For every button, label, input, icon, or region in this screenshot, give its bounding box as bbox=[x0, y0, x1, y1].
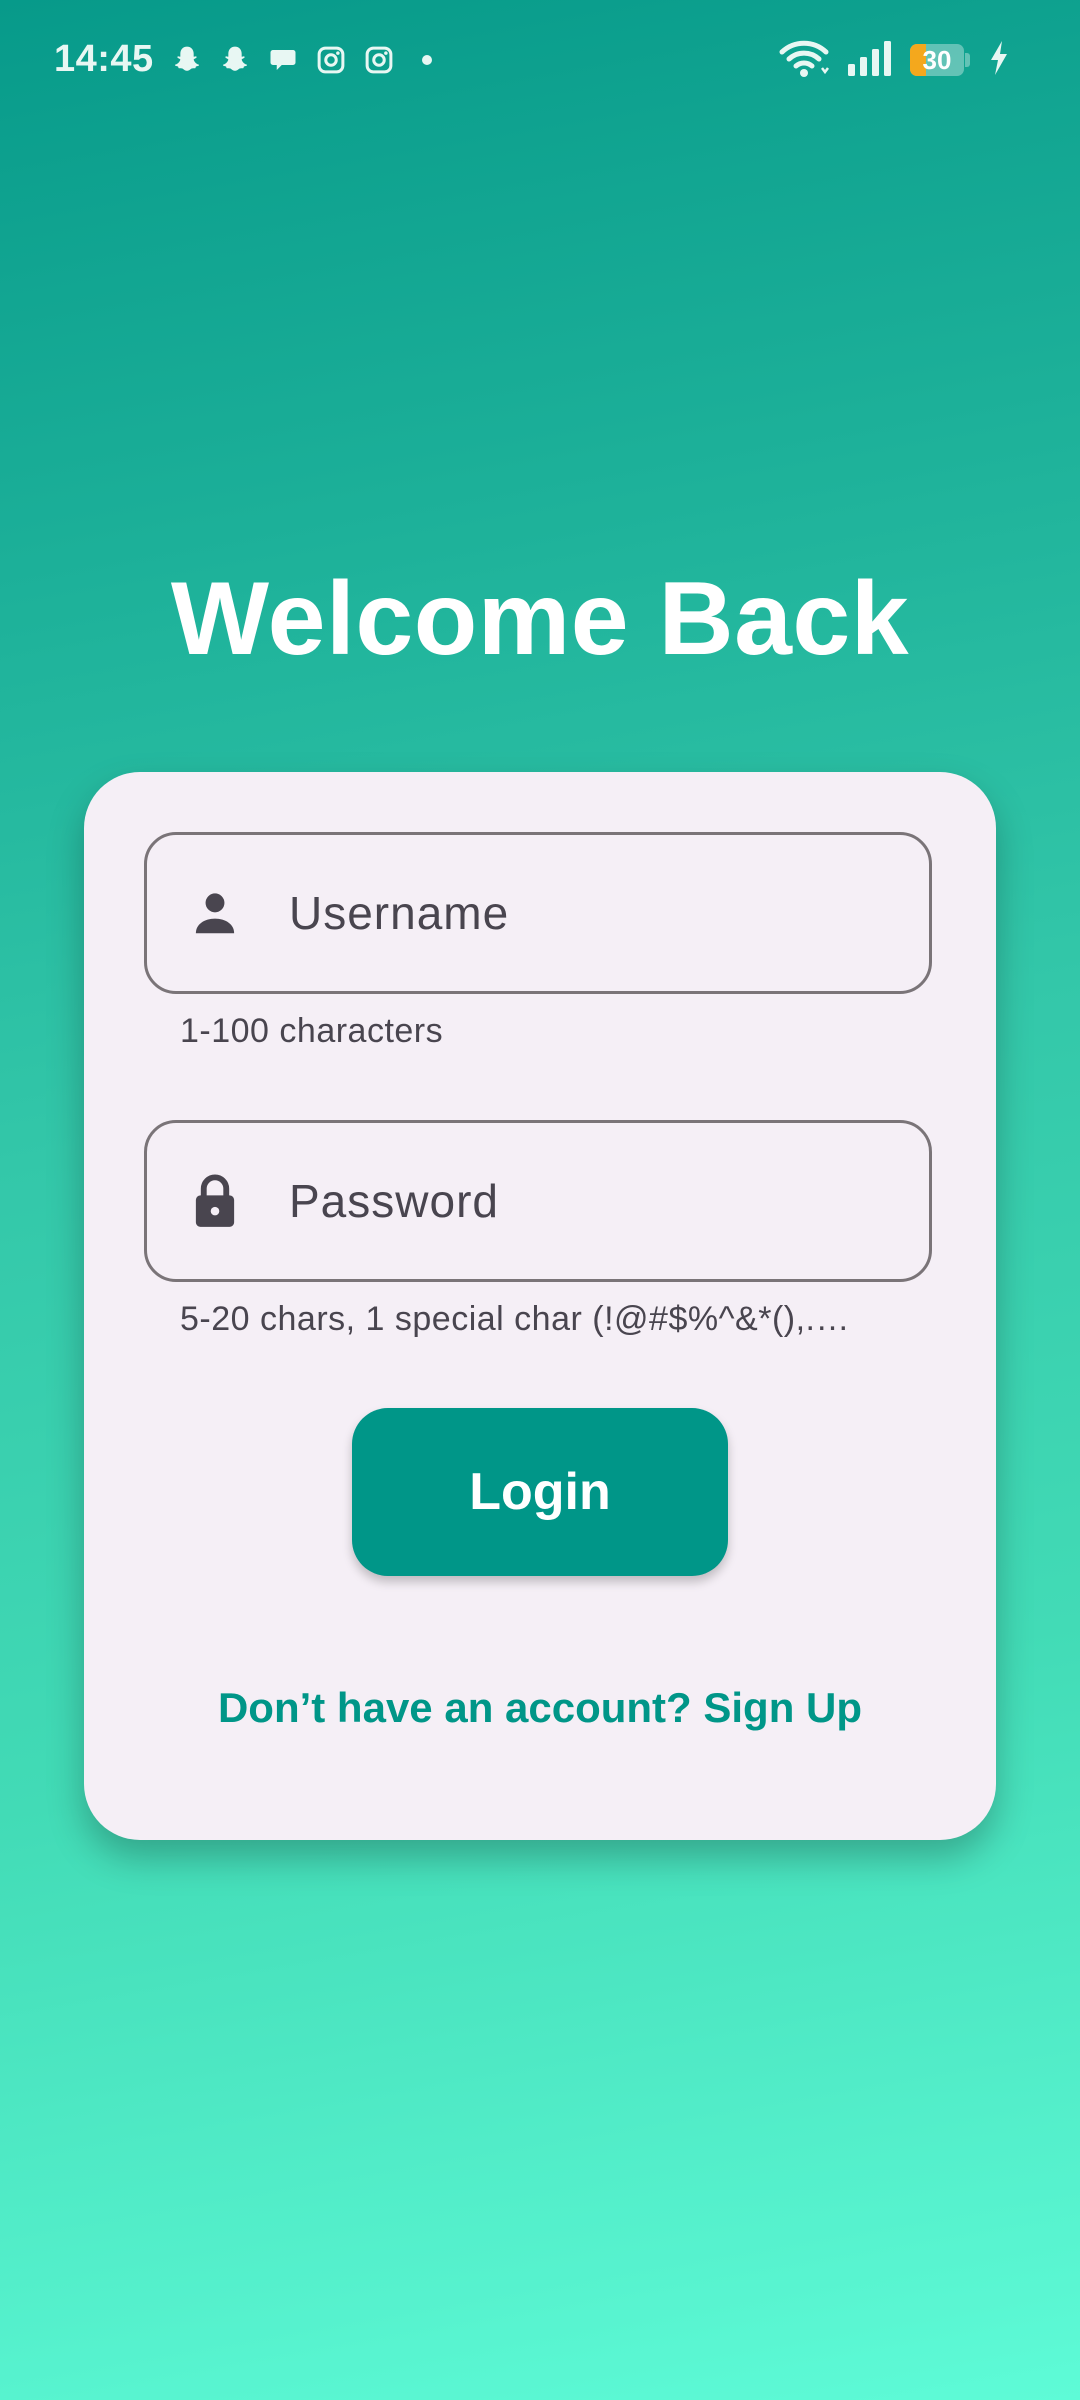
notification-icons bbox=[170, 40, 444, 80]
status-time: 14:45 bbox=[54, 38, 154, 80]
snapchat-icon bbox=[218, 43, 252, 77]
password-helper-text: 5-20 chars, 1 special char (!@#$%^&*(),.… bbox=[180, 1300, 850, 1338]
system-icons: 30 bbox=[778, 38, 1010, 82]
battery-icon: 30 bbox=[910, 43, 972, 77]
lock-icon bbox=[187, 1173, 243, 1229]
wifi-icon bbox=[778, 38, 830, 83]
signal-icon bbox=[846, 38, 894, 83]
username-field[interactable] bbox=[144, 832, 932, 994]
instagram-icon bbox=[314, 43, 348, 77]
charging-icon bbox=[988, 40, 1010, 81]
signup-link[interactable]: Don’t have an account? Sign Up bbox=[84, 1684, 996, 1732]
password-input[interactable] bbox=[287, 1123, 899, 1279]
instagram-icon bbox=[362, 43, 396, 77]
chat-bubble-icon bbox=[266, 43, 300, 77]
status-bar: 14:45 30 bbox=[0, 0, 1080, 120]
login-button[interactable]: Login bbox=[352, 1408, 728, 1576]
snapchat-icon bbox=[170, 43, 204, 77]
login-card: 1-100 characters 5-20 chars, 1 special c… bbox=[84, 772, 996, 1840]
password-field[interactable] bbox=[144, 1120, 932, 1282]
username-input[interactable] bbox=[287, 835, 899, 991]
username-helper-text: 1-100 characters bbox=[180, 1012, 444, 1050]
battery-level: 30 bbox=[922, 45, 952, 75]
more-dot-icon bbox=[410, 43, 444, 77]
page-title: Welcome Back bbox=[170, 561, 910, 677]
person-icon bbox=[187, 885, 243, 941]
